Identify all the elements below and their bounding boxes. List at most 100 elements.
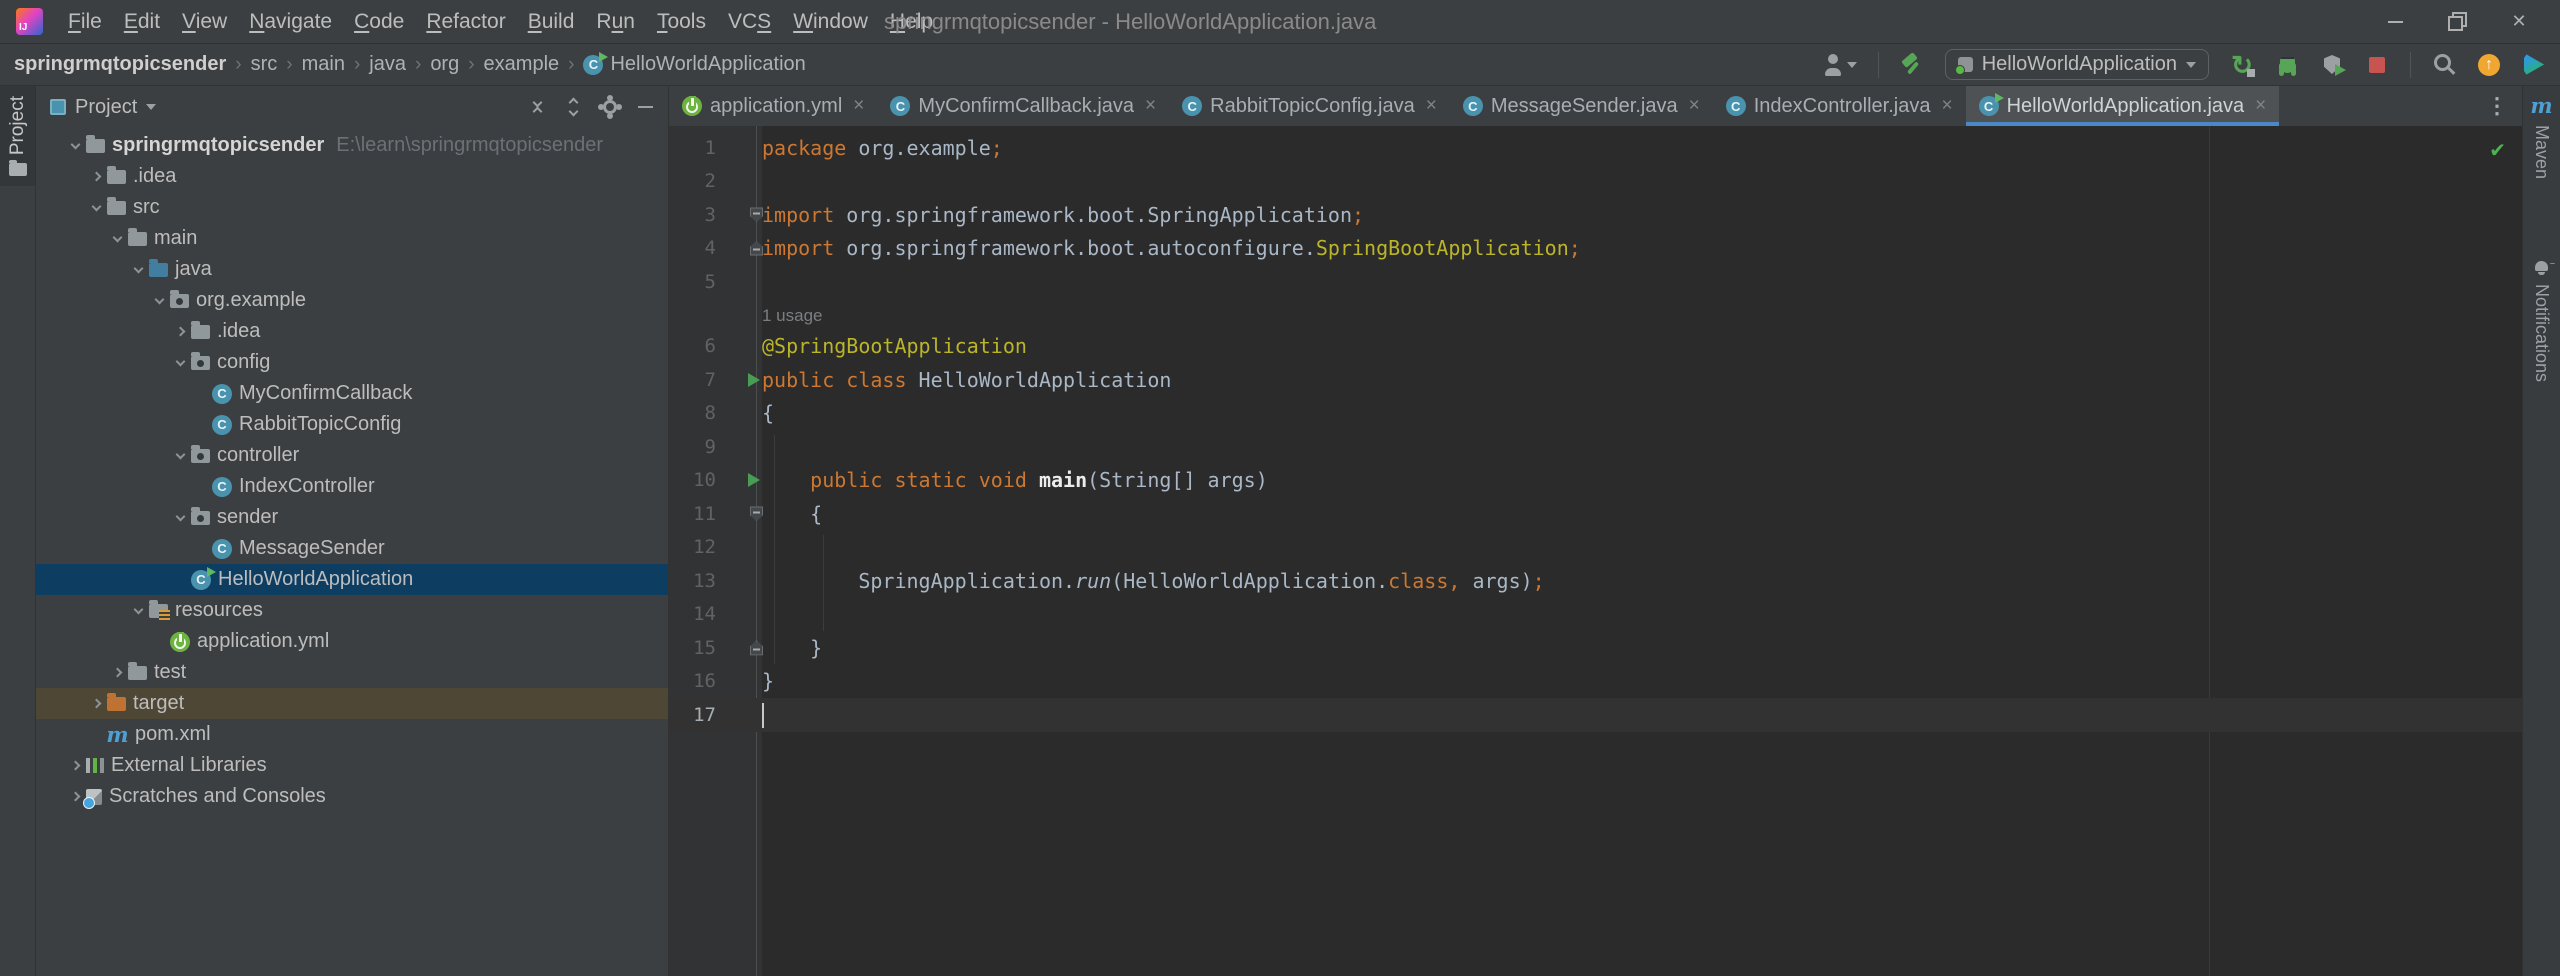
menu-run[interactable]: Run [585, 6, 646, 38]
menu-navigate[interactable]: Navigate [238, 6, 343, 38]
expand-chevron-icon[interactable] [108, 232, 127, 242]
tree-item-external-libraries[interactable]: External Libraries [36, 750, 668, 781]
tool-stripe-maven[interactable]: m Maven [2530, 86, 2552, 188]
build-button[interactable] [1900, 53, 1924, 77]
menu-vcs[interactable]: VCS [717, 6, 782, 38]
tree-item-idea[interactable]: .idea [36, 161, 668, 192]
tree-item-helloworldapplication[interactable]: C HelloWorldApplication [36, 564, 668, 595]
chevron-down-icon[interactable] [146, 104, 157, 110]
expand-chevron-icon[interactable] [66, 139, 85, 149]
menu-refactor[interactable]: Refactor [415, 6, 516, 38]
run-line-icon[interactable] [748, 372, 760, 387]
fold-region-start-icon[interactable] [750, 506, 763, 522]
close-icon[interactable]: × [853, 95, 864, 117]
tree-item-indexcontroller[interactable]: C IndexController [36, 471, 668, 502]
breadcrumb-springrmqtopicsender[interactable]: springrmqtopicsender [14, 53, 226, 76]
menu-file[interactable]: File [57, 6, 113, 38]
tree-item-config[interactable]: config [36, 347, 668, 378]
expand-chevron-icon[interactable] [87, 201, 106, 211]
breadcrumb-main[interactable]: main [302, 53, 345, 76]
tree-item-org-example[interactable]: org.example [36, 285, 668, 316]
run-line-icon[interactable] [748, 473, 760, 488]
chevron-down-icon[interactable] [1846, 61, 1857, 68]
tree-item-java[interactable]: java [36, 254, 668, 285]
expand-chevron-icon[interactable] [171, 356, 190, 366]
tree-item-messagesender[interactable]: C MessageSender [36, 533, 668, 564]
breadcrumb-java[interactable]: java [369, 53, 406, 76]
rerun-button[interactable] [2230, 53, 2255, 77]
expand-chevron-icon[interactable] [108, 667, 127, 678]
expand-chevron-icon[interactable] [66, 791, 85, 802]
tab-list-menu-icon[interactable] [2472, 93, 2522, 119]
tree-item-src[interactable]: src [36, 192, 668, 223]
restore-button[interactable] [2426, 0, 2488, 43]
settings-button[interactable] [600, 97, 620, 117]
tree-item-sender[interactable]: sender [36, 502, 668, 533]
close-icon[interactable]: × [1942, 95, 1953, 117]
tab-helloworldapplication-java[interactable]: C HelloWorldApplication.java × [1965, 86, 2280, 126]
project-panel-title[interactable]: Project [75, 96, 137, 119]
close-icon[interactable]: × [1145, 95, 1156, 117]
tab-rabbittopicconfig-java[interactable]: C RabbitTopicConfig.java × [1169, 86, 1450, 126]
expand-chevron-icon[interactable] [129, 604, 148, 614]
tree-item-rabbittopicconfig[interactable]: C RabbitTopicConfig [36, 409, 668, 440]
close-icon[interactable]: × [1689, 95, 1700, 117]
code-with-me-button[interactable] [2522, 53, 2546, 77]
close-icon[interactable]: × [1426, 95, 1437, 117]
close-icon[interactable]: × [2255, 95, 2266, 117]
coverage-button[interactable] [2320, 53, 2346, 77]
tree-item-controller[interactable]: controller [36, 440, 668, 471]
collaboration-button[interactable] [1821, 53, 1845, 77]
update-button[interactable] [2477, 53, 2501, 77]
tab-messagesender-java[interactable]: C MessageSender.java × [1450, 86, 1713, 126]
debug-button[interactable] [2275, 53, 2299, 77]
expand-chevron-icon[interactable] [66, 760, 85, 771]
breadcrumb-example[interactable]: example [484, 53, 560, 76]
expand-chevron-icon[interactable] [171, 449, 190, 459]
tree-item-application-yml[interactable]: application.yml [36, 626, 668, 657]
tree-item-springrmqtopicsender[interactable]: springrmqtopicsender E:\learn\springrmqto… [36, 130, 668, 161]
expand-chevron-icon[interactable] [129, 263, 148, 273]
tree-item-target[interactable]: target [36, 688, 668, 719]
minimize-button[interactable] [2364, 0, 2426, 43]
tree-item-main[interactable]: main [36, 223, 668, 254]
tree-item-test[interactable]: test [36, 657, 668, 688]
expand-chevron-icon[interactable] [171, 511, 190, 521]
close-button[interactable] [2488, 0, 2550, 43]
menu-tools[interactable]: Tools [646, 6, 717, 38]
menu-edit[interactable]: Edit [113, 6, 171, 38]
hide-button[interactable] [636, 97, 656, 117]
tab-indexcontroller-java[interactable]: C IndexController.java × [1713, 86, 1966, 126]
collapse-button[interactable] [564, 97, 584, 117]
expand-chevron-icon[interactable] [87, 698, 106, 709]
tab-application-yml[interactable]: application.yml × [669, 86, 877, 126]
usage-hint[interactable]: 1 usage [762, 306, 823, 325]
menu-code[interactable]: Code [343, 6, 415, 38]
breadcrumb-helloworldapplication[interactable]: C HelloWorldApplication [583, 51, 806, 76]
tree-item-scratches-and-consoles[interactable]: Scratches and Consoles [36, 781, 668, 812]
code-editor[interactable]: 1 package org.example; 2 3 import org.spring… [669, 126, 2522, 976]
tree-item-myconfirmcallback[interactable]: C MyConfirmCallback [36, 378, 668, 409]
expand-button[interactable] [528, 97, 548, 117]
expand-chevron-icon[interactable] [87, 171, 106, 182]
breadcrumb-src[interactable]: src [251, 53, 278, 76]
menu-view[interactable]: View [171, 6, 238, 38]
run-config-combo[interactable]: HelloWorldApplication [1944, 49, 2209, 80]
tree-item-pom-xml[interactable]: m pom.xml [36, 719, 668, 750]
tool-stripe-notifications[interactable]: Notifications [2531, 250, 2552, 391]
fold-region-end-icon[interactable] [750, 640, 763, 656]
tree-item-idea[interactable]: .idea [36, 316, 668, 347]
search-button[interactable] [2432, 53, 2456, 77]
breadcrumb-org[interactable]: org [430, 53, 459, 76]
stop-button[interactable] [2365, 53, 2389, 77]
tab-myconfirmcallback-java[interactable]: C MyConfirmCallback.java × [877, 86, 1169, 126]
expand-chevron-icon[interactable] [171, 326, 190, 337]
fold-region-end-icon[interactable] [750, 240, 763, 256]
menu-build[interactable]: Build [517, 6, 586, 38]
menu-window[interactable]: Window [782, 6, 879, 38]
tree-item-resources[interactable]: resources [36, 595, 668, 626]
expand-chevron-icon[interactable] [150, 294, 169, 304]
tool-stripe-project[interactable]: Project [0, 86, 35, 187]
inspections-ok-icon[interactable] [2489, 138, 2506, 163]
fold-region-start-icon[interactable] [750, 207, 763, 223]
